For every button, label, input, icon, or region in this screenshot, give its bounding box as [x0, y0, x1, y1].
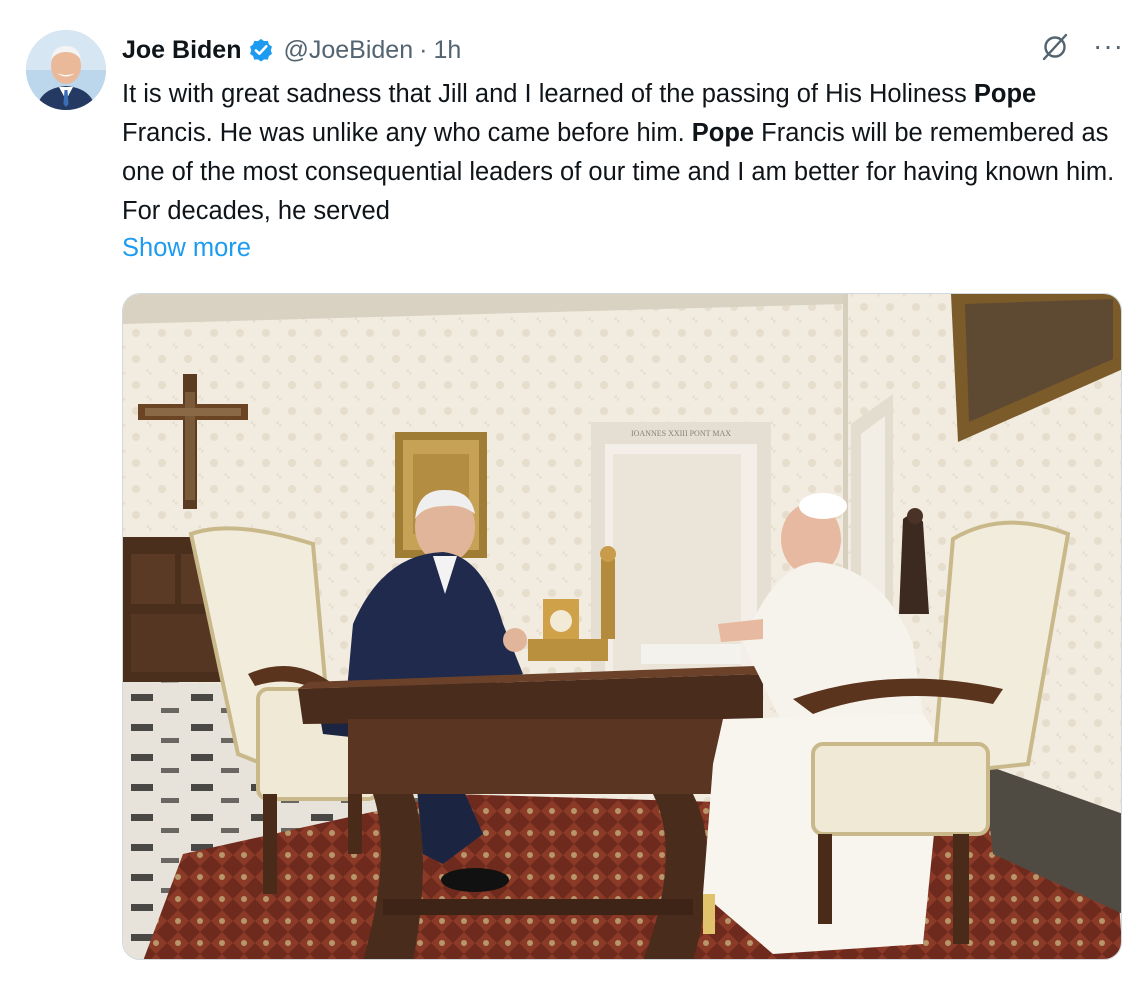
tweet-text-part: It is with great sadness that Jill and I… [122, 80, 974, 108]
tweet-text: It is with great sadness that Jill and I… [122, 75, 1132, 231]
show-more-link[interactable]: Show more [122, 230, 251, 266]
grok-icon[interactable] [1039, 30, 1071, 62]
tweet-text-part: Francis. He was unlike any who came befo… [122, 119, 692, 147]
author-name[interactable]: Joe Biden [122, 36, 241, 65]
avatar[interactable] [26, 30, 106, 110]
tweet-photo[interactable]: IOANNES XXIII PONT MAX [122, 293, 1122, 960]
tweet-text-bold: Pope [691, 119, 755, 147]
more-options-icon[interactable]: ··· [1093, 30, 1124, 62]
tweet-card[interactable]: Joe Biden @JoeBiden · 1h ··· It is with … [0, 0, 1140, 984]
avatar-portrait [26, 30, 106, 110]
author-handle[interactable]: @JoeBiden [283, 36, 413, 65]
tweet-header: Joe Biden @JoeBiden · 1h [122, 32, 461, 68]
timestamp[interactable]: 1h [433, 36, 461, 65]
photo-scene: IOANNES XXIII PONT MAX [123, 294, 1121, 959]
verified-badge-icon [250, 38, 273, 62]
tweet-actions-top: ··· [1039, 30, 1124, 62]
door-plaque-text: IOANNES XXIII PONT MAX [631, 429, 731, 438]
tweet-text-bold: Pope [973, 80, 1037, 108]
header-separator: · [419, 35, 428, 64]
